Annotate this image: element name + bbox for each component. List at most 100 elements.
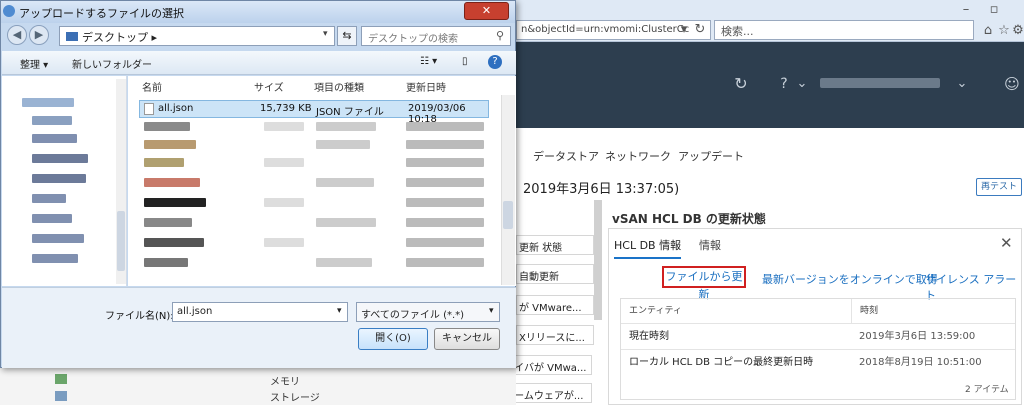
time-cell: 2019年3月6日 13:59:00	[859, 331, 976, 342]
file-row	[264, 122, 304, 131]
chevron-down-icon[interactable]: ⌄	[794, 76, 810, 92]
file-row	[316, 122, 376, 131]
smiley-icon[interactable]: ☺	[1004, 76, 1020, 92]
close-icon[interactable]: ✕	[1000, 234, 1013, 252]
close-button[interactable]: ✕	[464, 2, 509, 20]
hcl-title: vSAN HCL DB の更新状態	[612, 212, 766, 226]
inventory-bottom: メモリ ストレージ	[0, 368, 516, 405]
navigation-pane[interactable]	[2, 76, 127, 286]
minimize-icon[interactable]: –	[958, 2, 974, 18]
file-row[interactable]	[144, 122, 190, 131]
file-row[interactable]	[144, 218, 192, 227]
entity-cell: ローカル HCL DB コピーの最終更新日時	[629, 357, 814, 368]
file-modified: 2019/03/06 10:18	[408, 103, 466, 125]
nav-scrollbar-thumb[interactable]	[117, 211, 125, 271]
nav-item[interactable]	[22, 98, 74, 107]
column-header-time[interactable]: 時刻	[851, 299, 878, 323]
column-header-type[interactable]: 項目の種類	[314, 79, 364, 94]
tab-hcl-db-info[interactable]: HCL DB 情報	[614, 237, 682, 259]
selected-file-row[interactable]: all.json 15,739 KB JSON ファイル 2019/03/06 …	[139, 100, 489, 125]
file-row[interactable]	[144, 258, 188, 267]
help-icon[interactable]: ?	[776, 76, 792, 92]
column-header-name[interactable]: 名前	[142, 79, 162, 94]
nav-item[interactable]	[32, 134, 77, 143]
file-list-scrollbar[interactable]	[501, 95, 515, 285]
time-cell: 2018年8月19日 10:51:00	[859, 357, 982, 368]
scrollbar[interactable]	[594, 200, 602, 320]
list-item[interactable]: Xリリースに...	[516, 325, 594, 345]
file-row	[264, 238, 304, 247]
tab-datastore[interactable]: データストア	[533, 148, 599, 164]
vsphere-header	[516, 42, 1024, 128]
file-row	[406, 140, 484, 149]
file-list-scrollbar-thumb[interactable]	[503, 201, 513, 229]
new-folder-button[interactable]: 新しいフォルダー	[72, 56, 152, 71]
tab-network[interactable]: ネットワーク	[605, 148, 671, 164]
hcl-table: エンティティ 時刻 現在時刻 2019年3月6日 13:59:00 ローカル H…	[620, 298, 1016, 400]
refresh-icon[interactable]: ↻	[692, 22, 708, 38]
update-online-link[interactable]: 最新バージョンをオンラインで取得	[762, 271, 938, 287]
table-row[interactable]: 現在時刻 2019年3月6日 13:59:00	[621, 323, 1015, 349]
maximize-icon[interactable]: ▫	[986, 2, 1002, 18]
dropdown-icon[interactable]: ▾	[489, 306, 494, 316]
search-icon[interactable]: ⚲	[496, 29, 504, 42]
user-menu[interactable]	[820, 78, 940, 88]
file-size: 15,739 KB	[260, 103, 312, 114]
organize-button[interactable]: 整理 ▾	[20, 56, 48, 71]
forward-icon[interactable]: ▶	[29, 25, 49, 45]
file-row[interactable]	[144, 140, 196, 149]
table-row[interactable]: ローカル HCL DB コピーの最終更新日時 2018年8月19日 10:51:…	[621, 349, 1015, 375]
nav-item[interactable]	[32, 194, 66, 203]
tab-update[interactable]: アップデート	[678, 148, 744, 164]
list-item[interactable]: 更新 状態	[516, 235, 594, 255]
preview-pane-icon[interactable]: ▯	[462, 56, 468, 67]
chevron-down-icon[interactable]: ⌄	[954, 76, 970, 92]
nav-item[interactable]	[32, 116, 72, 125]
gear-icon[interactable]: ⚙	[1010, 23, 1024, 39]
dropdown-icon[interactable]: ▾	[323, 29, 328, 39]
list-item[interactable]: 自動更新	[516, 264, 594, 284]
browser-search-input[interactable]: 検索...	[714, 20, 974, 40]
list-item[interactable]: が VMware...	[516, 295, 594, 315]
refresh-icon[interactable]: ↻	[733, 76, 749, 92]
back-icon[interactable]: ◀	[7, 25, 27, 45]
home-icon[interactable]: ⌂	[980, 23, 996, 39]
address-bar[interactable]: デスクトップ ▸	[59, 26, 335, 46]
file-row[interactable]	[144, 158, 184, 167]
location-label: デスクトップ	[82, 31, 148, 44]
filename-input[interactable]: all.json	[172, 302, 348, 322]
column-header-modified[interactable]: 更新日時	[406, 79, 446, 94]
update-from-file-link[interactable]: ファイルから更新	[662, 266, 746, 301]
dialog-toolbar: 整理 ▾ 新しいフォルダー ☷ ▾ ▯ ?	[2, 51, 516, 75]
file-row[interactable]	[144, 178, 200, 187]
tab-info[interactable]: 情報	[699, 237, 721, 253]
host-icon	[55, 391, 67, 401]
view-menu-icon[interactable]: ☷ ▾	[420, 56, 437, 67]
dropdown-icon[interactable]: ▾	[676, 22, 692, 38]
dropdown-icon[interactable]: ▾	[337, 306, 342, 316]
nav-item[interactable]	[32, 254, 78, 263]
help-icon[interactable]: ?	[488, 55, 502, 69]
page-title: 2019年3月6日 13:37:05)	[523, 182, 680, 197]
nav-item[interactable]	[32, 214, 72, 223]
retest-button[interactable]: 再テスト	[976, 178, 1022, 196]
file-row[interactable]	[144, 198, 206, 207]
file-row	[406, 178, 484, 187]
nav-item[interactable]	[32, 234, 84, 243]
column-header-size[interactable]: サイズ	[254, 79, 284, 94]
file-row	[316, 140, 370, 149]
file-type-select[interactable]: すべてのファイル (*.*)	[356, 302, 500, 322]
open-button[interactable]: 開く(O)	[358, 328, 428, 350]
menu-item-memory[interactable]: メモリ	[270, 373, 300, 388]
host-icon	[55, 374, 67, 384]
menu-item-storage[interactable]: ストレージ	[270, 389, 320, 404]
refresh-icon[interactable]: ⇆	[337, 26, 357, 46]
nav-item[interactable]	[32, 154, 88, 163]
file-row[interactable]	[144, 238, 204, 247]
column-header-entity[interactable]: エンティティ	[621, 299, 682, 323]
nav-item[interactable]	[32, 174, 86, 183]
file-row	[316, 258, 372, 267]
cancel-button[interactable]: キャンセル	[434, 328, 500, 350]
folder-icon	[66, 32, 78, 41]
folder-search-input[interactable]: デスクトップの検索	[361, 26, 511, 46]
